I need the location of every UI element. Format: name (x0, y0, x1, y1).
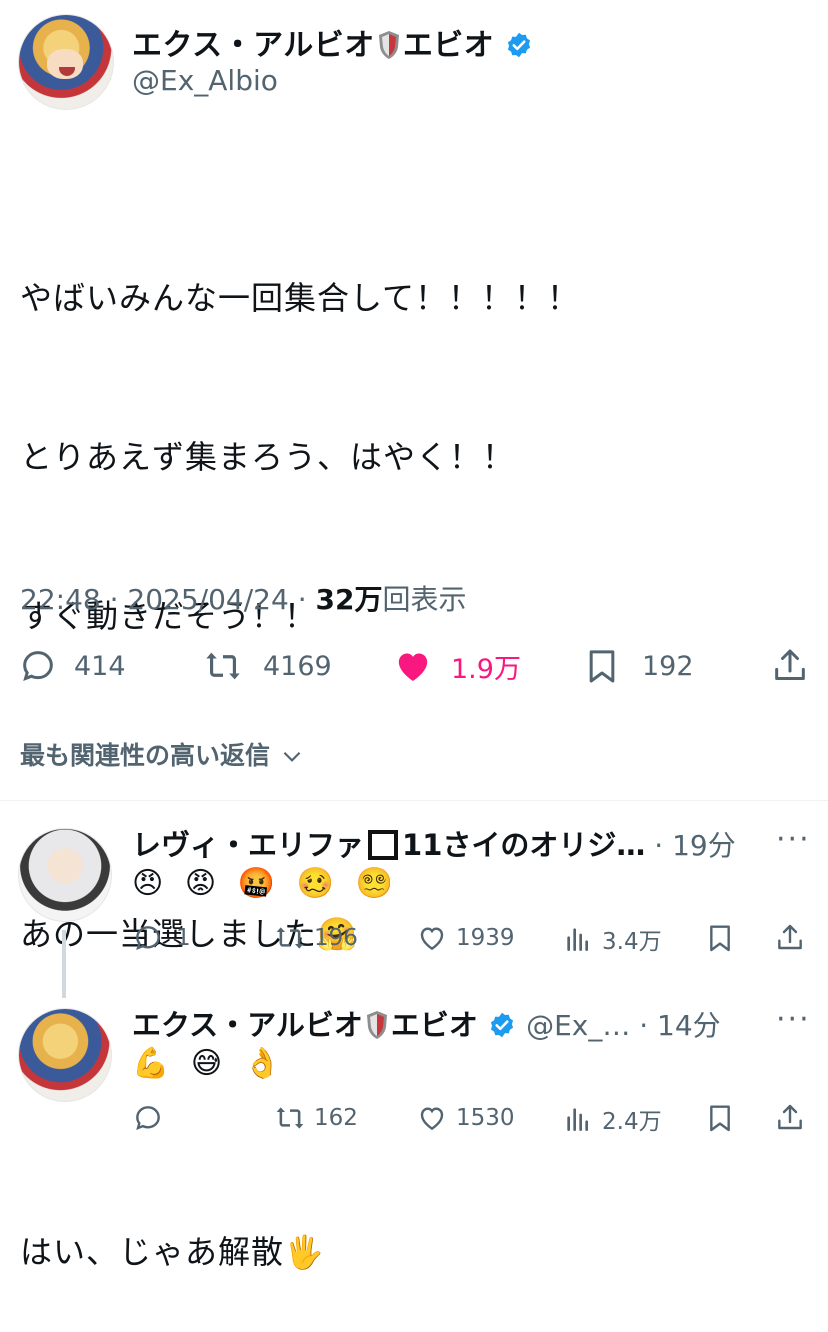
reply-icon (136, 926, 160, 950)
views-chart-icon (567, 928, 588, 951)
heart-filled-icon (398, 653, 428, 681)
reply-time[interactable]: 19分 (672, 829, 736, 862)
tweet-time[interactable]: 22:48 (20, 583, 101, 616)
reply-avatar[interactable] (18, 828, 112, 922)
share-icon (775, 649, 805, 680)
share-icon (778, 924, 802, 950)
reply-retweet-count: 162 (314, 1105, 358, 1131)
bookmark-icon (710, 1105, 730, 1132)
reply-author-suffix[interactable]: 11さイのオリジ… (402, 828, 645, 862)
reply-text: 💪 😅 👌 (132, 1046, 287, 1081)
retweet-count: 4169 (263, 650, 332, 682)
reply-emoji: 😅 (190, 1046, 229, 1081)
tweet-line: はい、じゃあ解散🖐 (20, 1233, 325, 1271)
heart-icon (420, 1107, 444, 1131)
reply-emoji: 🤬 (237, 866, 282, 901)
share-icon (778, 1104, 802, 1130)
shield-icon (366, 1011, 387, 1039)
author-name-suffix: エビオ (402, 28, 495, 63)
reply-views-count: 3.4万 (602, 929, 662, 955)
reply-retweet-count: 196 (314, 925, 358, 951)
reply-reply-button[interactable] (132, 1102, 176, 1134)
verified-badge-icon (508, 32, 531, 58)
reply-author-name[interactable]: エクス・アルビオ (132, 1008, 363, 1042)
reply-icon (136, 1106, 160, 1130)
reply-bookmark-button[interactable] (704, 922, 736, 954)
like-button[interactable]: 1.9万 (393, 646, 521, 686)
views-count: 32万 (315, 583, 383, 616)
author-display-name[interactable]: エクス・アルビオ エビオ (132, 20, 533, 64)
reply-emoji: 👌 (243, 1046, 288, 1081)
like-count: 1.9万 (451, 653, 521, 685)
reply-retweet-button[interactable]: 196 (274, 922, 358, 954)
reply-emoji: 😵‍💫 (355, 866, 399, 901)
views-chart-icon (567, 1108, 588, 1131)
reply-like-button[interactable]: 1939 (416, 922, 515, 954)
white-square-icon (368, 830, 399, 860)
reply-like-count: 1939 (456, 925, 515, 951)
reply-handle[interactable]: @Ex_… (526, 1009, 630, 1042)
reply-author-name[interactable]: レヴィ・エリファ (132, 828, 364, 862)
reply-share-button[interactable] (774, 922, 806, 954)
chevron-down-icon (283, 751, 301, 762)
shield-icon (378, 31, 399, 59)
heart-icon (420, 927, 444, 951)
reply-views-count: 2.4万 (602, 1109, 662, 1135)
share-button[interactable] (770, 646, 810, 686)
reply-icon (23, 651, 53, 681)
bookmark-count: 192 (642, 650, 694, 682)
retweet-icon (206, 652, 240, 680)
reply-avatar[interactable] (18, 1008, 112, 1102)
reply-emoji: 😡 (184, 866, 223, 901)
author-name-text: エクス・アルビオ (132, 28, 375, 63)
sort-replies-label: 最も関連性の高い返信 (20, 741, 271, 770)
reply-emoji: 😠 (132, 866, 170, 901)
tweet-line: とりあえず集まろう、はやく！！ (20, 438, 516, 476)
divider (0, 800, 828, 801)
reply-bookmark-button[interactable] (704, 1102, 736, 1134)
more-options-icon[interactable]: ··· (776, 822, 811, 857)
reply-header: レヴィ・エリファ 11さイのオリジ… · 19分 (132, 828, 736, 862)
reply-text: 😠 😡 🤬 🥴 😵‍💫 (132, 866, 399, 901)
bookmark-button[interactable]: 192 (582, 646, 694, 686)
retweet-icon (276, 927, 304, 949)
retweet-icon (276, 1107, 304, 1129)
reply-share-button[interactable] (774, 1102, 806, 1134)
bookmark-icon (710, 925, 730, 952)
reply-views-button[interactable]: 3.4万 (562, 922, 662, 956)
reply-header: エクス・アルビオ エビオ @Ex_… · 14分 (132, 1008, 721, 1042)
verified-badge-icon (490, 1012, 514, 1038)
sort-replies-dropdown[interactable]: 最も関連性の高い返信 (20, 736, 305, 772)
thread-connector (62, 930, 66, 998)
bookmark-icon (589, 650, 615, 683)
author-avatar[interactable] (18, 14, 114, 110)
tweet-meta: 22:48 · 2025/04/24 · 32万回表示 (20, 583, 467, 616)
reply-like-count: 1530 (456, 1105, 515, 1131)
reply-like-button[interactable]: 1530 (416, 1102, 515, 1134)
retweet-button[interactable]: 4169 (203, 646, 332, 686)
reply-reply-count: 1 (176, 925, 191, 951)
more-options-icon[interactable]: ··· (776, 1002, 811, 1037)
tweet-date[interactable]: 2025/04/24 (127, 583, 288, 616)
reply-views-button[interactable]: 2.4万 (562, 1102, 662, 1136)
reply-button[interactable]: 414 (18, 646, 126, 686)
author-handle[interactable]: @Ex_Albio (132, 64, 278, 97)
reply-emoji: 💪 (132, 1046, 176, 1081)
views-label: 回表示 (382, 583, 467, 616)
reply-retweet-button[interactable]: 162 (274, 1102, 358, 1134)
reply-time[interactable]: 14分 (657, 1009, 721, 1042)
reply-emoji: 🥴 (296, 866, 340, 901)
reply-count: 414 (74, 650, 126, 682)
reply-reply-button[interactable]: 1 (132, 922, 191, 954)
reply-author-suffix[interactable]: エビオ (391, 1008, 478, 1042)
tweet-line: やばいみんな一回集合して！！！！！ (20, 279, 581, 317)
